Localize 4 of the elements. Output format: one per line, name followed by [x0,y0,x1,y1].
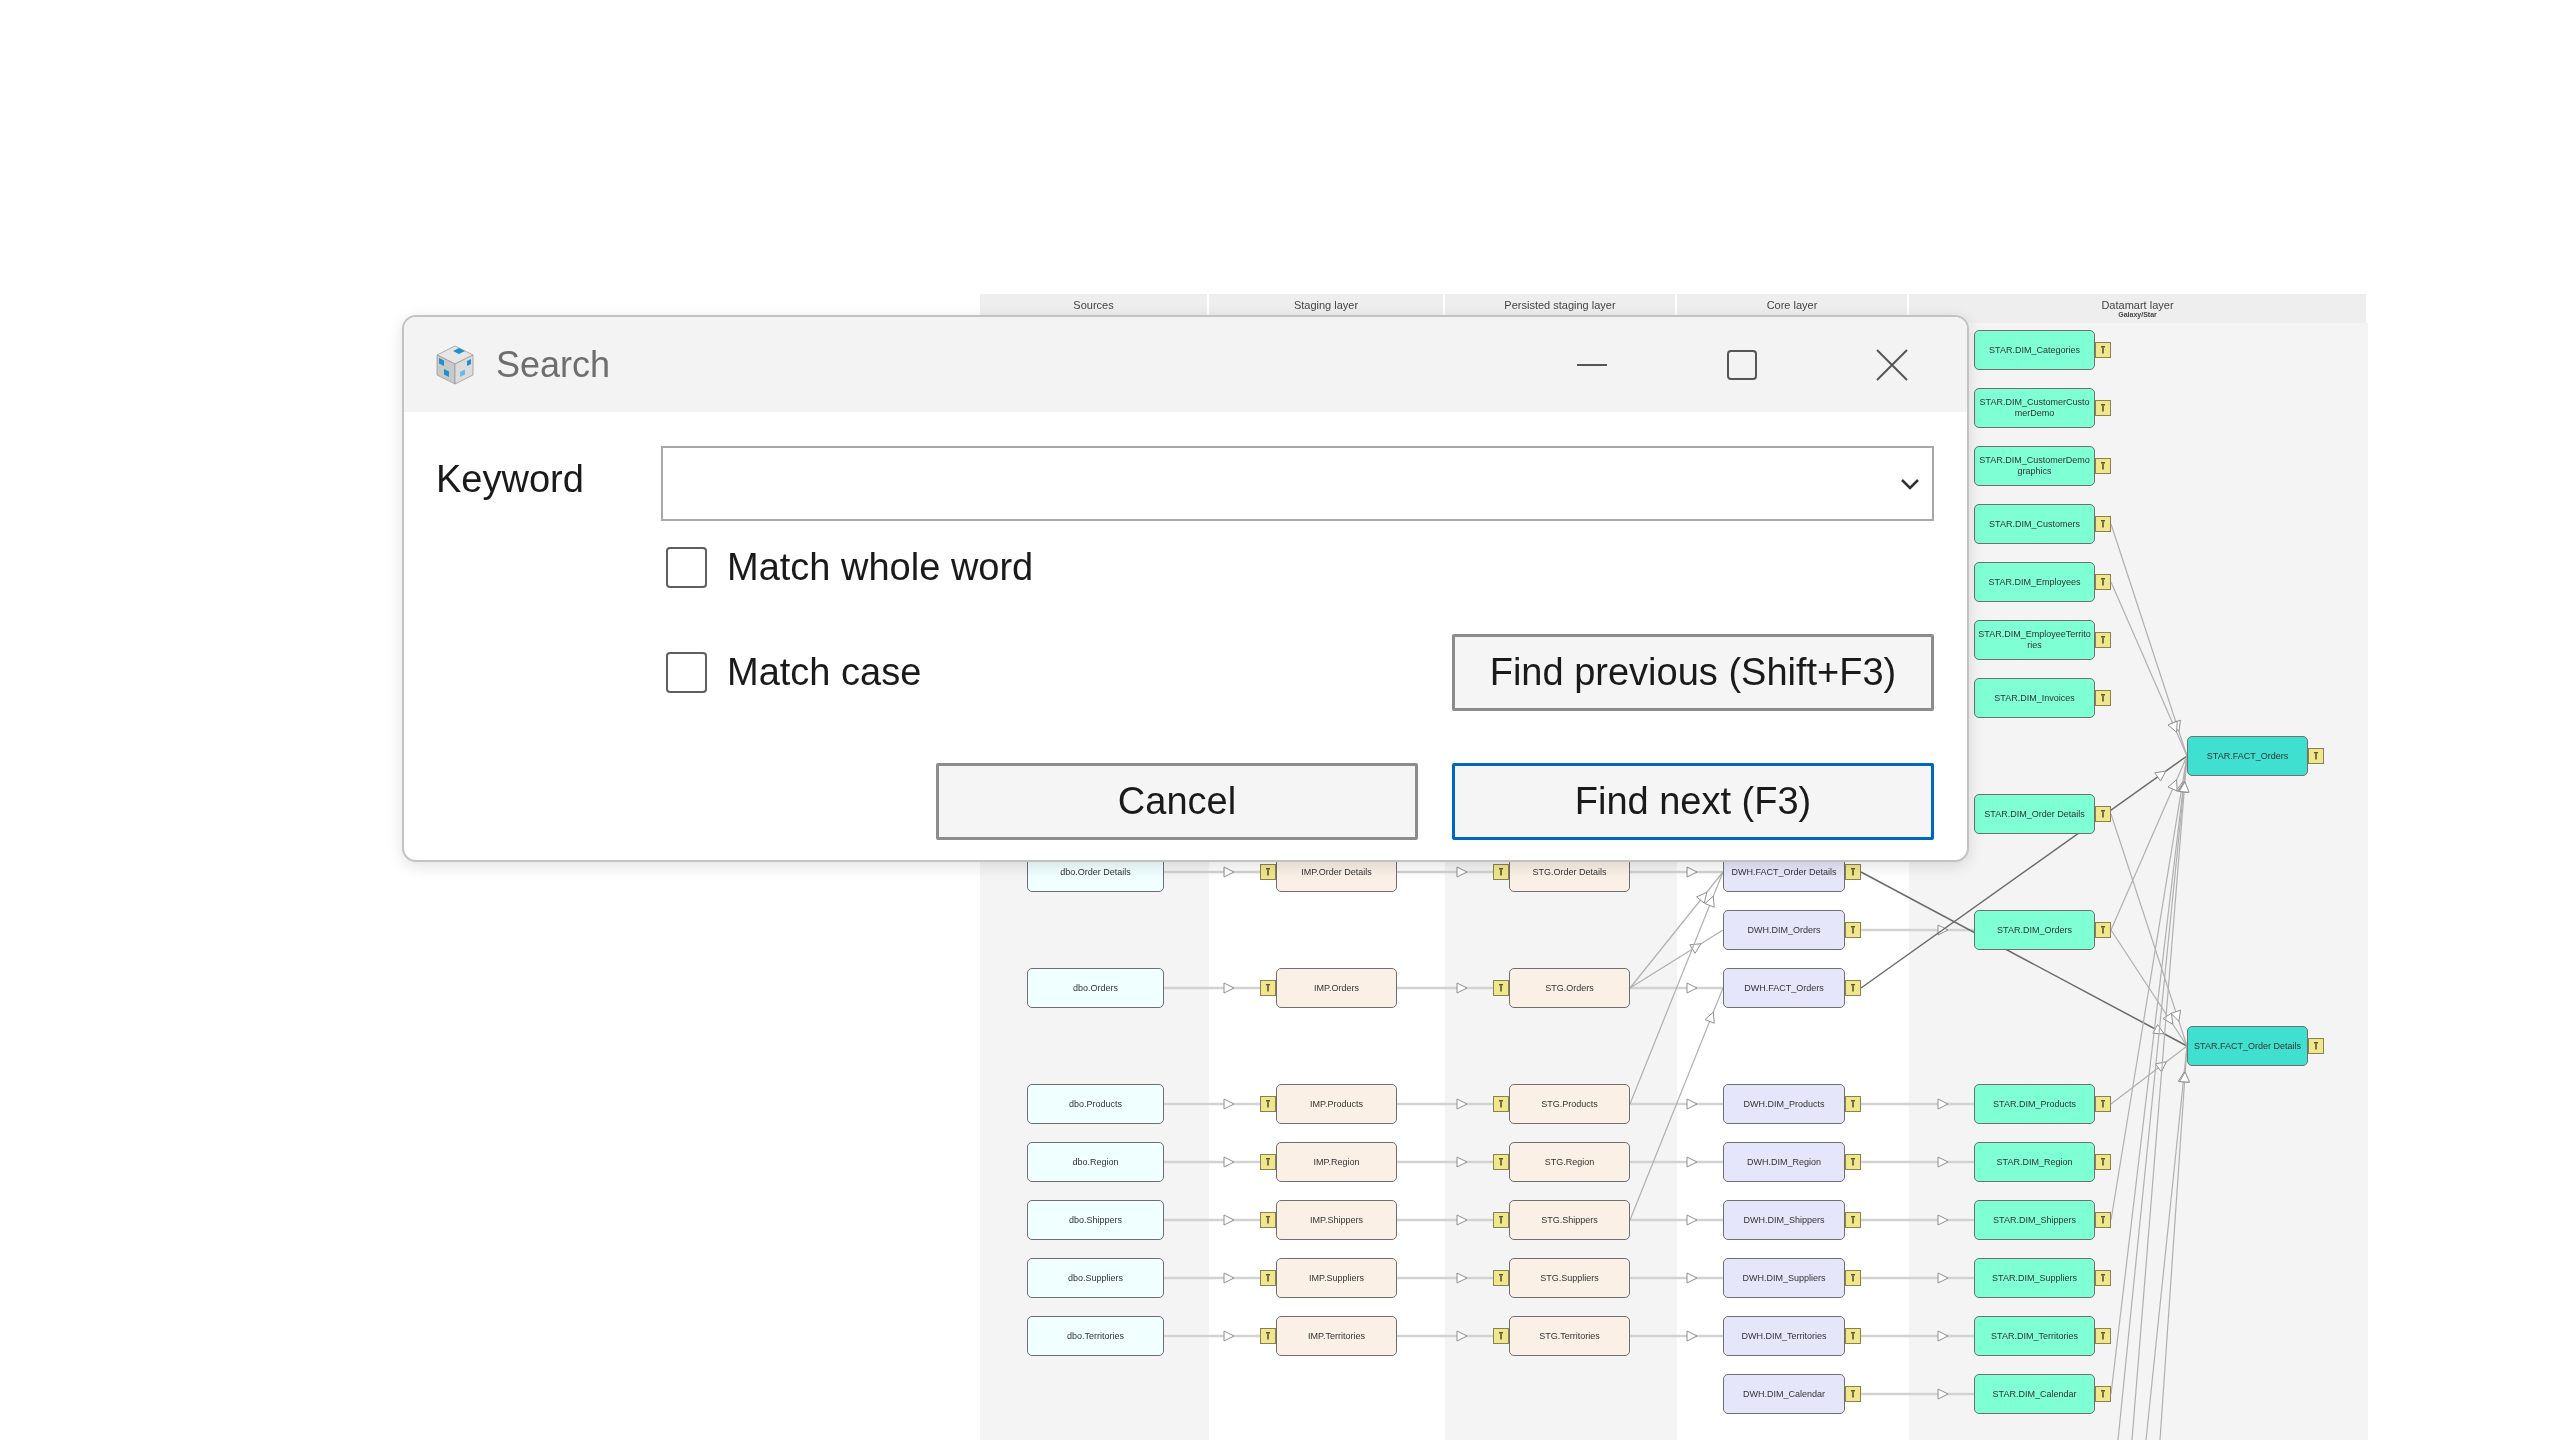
checkbox-label: Match whole word [727,546,1034,589]
field-label: Keyword [436,457,585,502]
checkbox-label: Match case [727,651,922,694]
window-title: Search [496,343,611,386]
